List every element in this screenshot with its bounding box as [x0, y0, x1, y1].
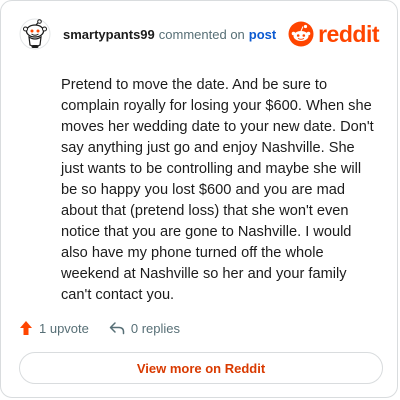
comment-embed-card: smartypants99 commented on post reddit P… — [0, 0, 398, 398]
reddit-snoo-logo-icon — [288, 21, 314, 47]
reply-count: 0 replies — [130, 320, 181, 336]
comment-header: smartypants99 commented on post reddit — [19, 17, 379, 51]
reply-arrow-icon — [109, 322, 125, 335]
comment-actions: 1 upvote 0 replies — [19, 319, 379, 337]
comment-body: Pretend to move the date. And be sure to… — [61, 77, 374, 303]
avatar[interactable] — [19, 18, 51, 50]
upvote-button[interactable]: 1 upvote — [19, 320, 89, 336]
comment-meta: smartypants99 commented on post — [63, 27, 276, 42]
reply-button[interactable]: 0 replies — [109, 321, 180, 336]
action-text: commented on — [158, 26, 245, 42]
upvote-arrow-icon — [20, 321, 32, 335]
view-more-button[interactable]: View more on Reddit — [19, 352, 383, 384]
reddit-wordmark: reddit — [318, 20, 379, 47]
reddit-logo[interactable]: reddit — [288, 21, 379, 48]
upvote-count: 1 upvote — [39, 320, 89, 336]
snoo-avatar-icon — [19, 18, 51, 50]
username-link[interactable]: smartypants99 — [63, 27, 155, 42]
post-link[interactable]: post — [249, 27, 276, 42]
